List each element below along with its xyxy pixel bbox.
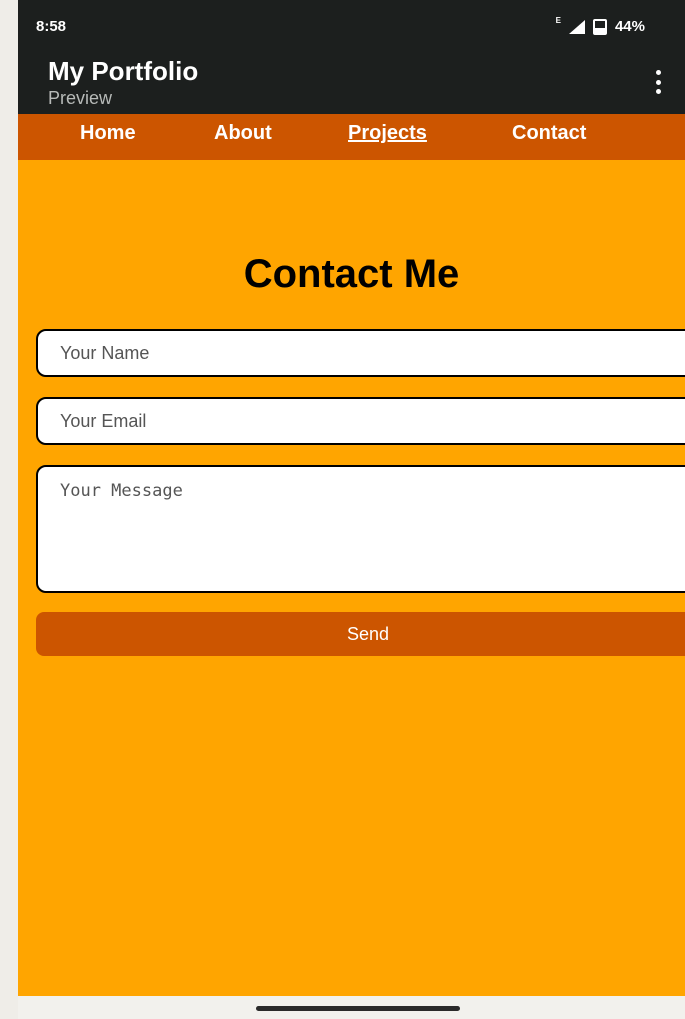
app-subtitle: Preview <box>48 88 113 108</box>
email-field[interactable] <box>36 397 685 445</box>
app-title: My Portfolio <box>48 56 199 86</box>
status-icons: E 44% <box>555 16 645 35</box>
battery-percent: 44% <box>614 18 645 35</box>
signal-type-label: E <box>555 16 561 25</box>
message-field[interactable] <box>36 465 685 593</box>
nav-link-about[interactable]: About <box>214 122 272 145</box>
home-indicator[interactable] <box>256 1006 460 1011</box>
name-field[interactable] <box>36 329 685 377</box>
more-vert-icon[interactable] <box>655 70 661 94</box>
site-navbar: Home About Projects Contact <box>18 114 685 160</box>
nav-link-contact[interactable]: Contact <box>512 122 586 145</box>
send-button[interactable]: Send <box>36 612 685 656</box>
page-title: Contact Me <box>243 252 460 296</box>
signal-icon <box>568 19 585 34</box>
battery-icon <box>592 18 607 35</box>
status-bar: 8:58 E 44% <box>18 0 685 52</box>
app-bar: My Portfolio Preview <box>18 52 685 114</box>
nav-link-home[interactable]: Home <box>80 122 136 145</box>
status-time: 8:58 <box>36 18 67 35</box>
nav-link-projects[interactable]: Projects <box>348 122 427 145</box>
phone-screen: 8:58 E 44% My Portfolio Preview Home Abo… <box>18 0 685 1019</box>
system-nav-bar <box>18 996 685 1019</box>
